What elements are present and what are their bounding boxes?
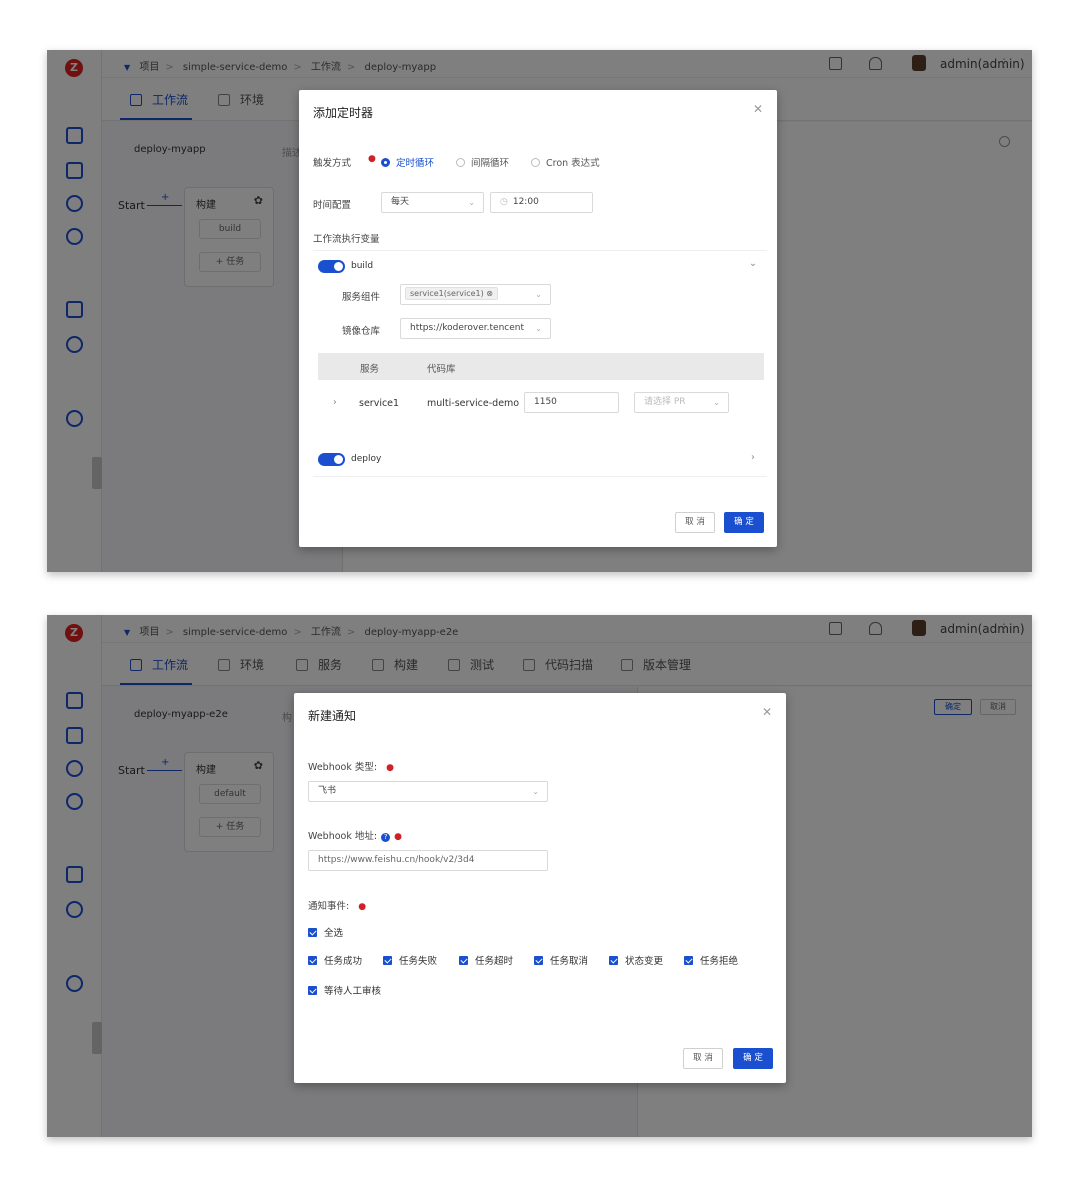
radio-interval[interactable]: 间隔循环	[456, 155, 509, 169]
select-value: 每天	[391, 197, 410, 207]
table-header: 服务 代码库	[318, 353, 764, 380]
table-cell-service: service1	[359, 398, 400, 409]
input-value: https://www.feishu.cn/hook/v2/3d4	[318, 855, 475, 865]
chevron-down-icon: ⌄	[535, 290, 542, 299]
label-text: 通知事件:	[308, 901, 350, 912]
required-mark: ●	[358, 902, 367, 912]
webhook-url-label: Webhook 地址:? ●	[308, 828, 402, 842]
build-toggle-label: build	[351, 261, 374, 271]
frequency-select[interactable]: 每天 ⌄	[381, 192, 484, 213]
screenshot-notification: Z ▼ 项目> simple-service-demo> 工作流> deploy…	[47, 615, 1032, 1137]
events-label: 通知事件: ●	[308, 898, 366, 912]
checkbox-checked-icon	[383, 956, 392, 965]
close-icon[interactable]: ✕	[762, 705, 772, 719]
confirm-button[interactable]: 确 定	[733, 1048, 773, 1069]
select-value: https://koderover.tencent	[410, 323, 525, 333]
required-mark: ●	[368, 154, 376, 164]
checkbox-label: 任务超时	[475, 956, 514, 967]
deploy-toggle[interactable]	[318, 453, 345, 466]
confirm-button[interactable]: 确 定	[724, 512, 764, 533]
cancel-button[interactable]: 取 消	[683, 1048, 723, 1069]
checkbox-event[interactable]: 任务拒绝	[684, 953, 738, 967]
tag-label: service1(service1)	[410, 289, 484, 298]
checkbox-label: 任务失败	[399, 956, 438, 967]
service-label: 服务组件	[342, 292, 381, 303]
checkbox-checked-icon	[684, 956, 693, 965]
divider	[313, 476, 767, 477]
service-tag: service1(service1) ⊗	[405, 287, 498, 300]
chevron-right-icon[interactable]: ›	[751, 452, 755, 463]
service-select[interactable]: service1(service1) ⊗ ⌄	[400, 284, 551, 305]
new-notification-modal: 新建通知 ✕ Webhook 类型: ● 飞书 ⌄ Webhook 地址:? ● h…	[294, 693, 786, 1083]
checkbox-event[interactable]: 任务超时	[459, 953, 513, 967]
checkbox-checked-icon	[308, 928, 317, 937]
checkbox-event[interactable]: 任务成功	[308, 953, 362, 967]
radio-cron[interactable]: Cron 表达式	[531, 155, 600, 169]
checkbox-checked-icon	[534, 956, 543, 965]
checkbox-event[interactable]: 等待人工审核	[308, 983, 381, 997]
webhook-type-select[interactable]: 飞书 ⌄	[308, 781, 548, 802]
label-text: Webhook 地址:	[308, 831, 378, 842]
radio-label: Cron 表达式	[546, 158, 600, 169]
checkbox-label: 状态变更	[625, 956, 664, 967]
column-repo: 代码库	[427, 364, 456, 375]
checkbox-select-all[interactable]: 全选	[308, 925, 343, 939]
required-mark: ●	[394, 832, 402, 842]
column-service: 服务	[360, 364, 380, 375]
help-icon[interactable]: ?	[381, 833, 391, 842]
modal-title: 添加定时器	[313, 106, 374, 120]
input-value: 1150	[534, 397, 557, 407]
radio-scheduled[interactable]: 定时循环	[381, 155, 434, 169]
registry-label: 镜像仓库	[342, 326, 381, 337]
checkbox-checked-icon	[609, 956, 618, 965]
add-timer-modal: 添加定时器 ✕ 触发方式 ● 定时循环 间隔循环 Cron 表达式 时间配置 每…	[299, 90, 777, 547]
select-placeholder: 请选择 PR	[644, 397, 686, 407]
workflow-vars-label: 工作流执行变量	[313, 234, 380, 245]
checkbox-event[interactable]: 状态变更	[609, 953, 663, 967]
chevron-right-icon[interactable]: ›	[333, 397, 337, 408]
modal-title: 新建通知	[308, 709, 357, 723]
required-mark: ●	[386, 763, 394, 773]
select-value: 飞书	[318, 786, 337, 796]
chevron-down-icon[interactable]: ⌄	[749, 258, 757, 269]
chevron-down-icon: ⌄	[531, 319, 542, 338]
trigger-label: 触发方式	[313, 158, 352, 169]
close-icon[interactable]: ⊗	[486, 289, 493, 298]
time-config-label: 时间配置	[313, 200, 352, 211]
checkbox-checked-icon	[308, 986, 317, 995]
cancel-button[interactable]: 取 消	[675, 512, 715, 533]
checkbox-label: 等待人工审核	[324, 986, 382, 997]
webhook-type-label: Webhook 类型: ●	[308, 759, 394, 773]
screenshot-timer: Z ▼ 项目> simple-service-demo> 工作流> deploy…	[47, 50, 1032, 572]
table-cell-repo: multi-service-demo	[427, 398, 520, 409]
build-toggle[interactable]	[318, 260, 345, 273]
time-picker[interactable]: ◷ 12:00	[490, 192, 593, 213]
branch-input[interactable]: 1150	[524, 392, 619, 413]
divider	[313, 250, 767, 251]
close-icon[interactable]: ✕	[753, 102, 763, 116]
label-text: Webhook 类型:	[308, 762, 378, 773]
checkbox-checked-icon	[308, 956, 317, 965]
checkbox-event[interactable]: 任务失败	[383, 953, 437, 967]
checkbox-label: 任务取消	[550, 956, 589, 967]
time-value: 12:00	[512, 197, 539, 207]
chevron-down-icon: ⌄	[532, 787, 539, 796]
registry-select[interactable]: https://koderover.tencent ⌄	[400, 318, 551, 339]
chevron-down-icon: ⌄	[713, 398, 720, 407]
checkbox-label: 全选	[324, 928, 344, 939]
deploy-toggle-label: deploy	[351, 454, 382, 464]
checkbox-label: 任务拒绝	[700, 956, 739, 967]
checkbox-checked-icon	[459, 956, 468, 965]
chevron-down-icon: ⌄	[468, 198, 475, 207]
checkbox-event[interactable]: 任务取消	[534, 953, 588, 967]
radio-label: 定时循环	[396, 158, 435, 169]
pr-select[interactable]: 请选择 PR ⌄	[634, 392, 729, 413]
checkbox-label: 任务成功	[324, 956, 363, 967]
webhook-url-input[interactable]: https://www.feishu.cn/hook/v2/3d4	[308, 850, 548, 871]
clock-icon: ◷	[500, 197, 508, 207]
radio-label: 间隔循环	[471, 158, 510, 169]
